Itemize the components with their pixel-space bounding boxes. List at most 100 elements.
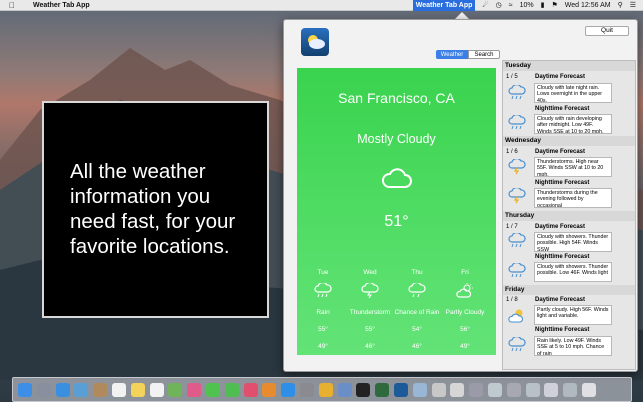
forecast-day-header: Tuesday <box>503 61 635 71</box>
thunderstorm-icon <box>361 283 379 299</box>
dock-chrome-icon[interactable] <box>318 382 333 397</box>
battery-icon[interactable]: ▮ <box>541 1 545 9</box>
dock <box>12 377 632 402</box>
dock-preview-icon[interactable] <box>337 382 352 397</box>
bluetooth-icon[interactable]: ☄ <box>482 1 488 9</box>
dock-folder-icon[interactable] <box>544 382 559 397</box>
dock-folder-icon[interactable] <box>412 382 427 397</box>
forecast-date: 1 / 6 <box>506 149 518 155</box>
quit-button[interactable]: Quit <box>585 26 629 36</box>
dock-trash-icon[interactable] <box>581 382 596 397</box>
dock-photos-icon[interactable] <box>187 382 202 397</box>
dock-activity-monitor-icon[interactable] <box>375 382 390 397</box>
day-name: Tue <box>317 269 329 276</box>
city-name: San Francisco, CA <box>338 90 455 106</box>
dock-safari-icon[interactable] <box>55 382 70 397</box>
day-name: Fri <box>461 269 469 276</box>
day-low: 46° <box>412 343 422 350</box>
flag-icon[interactable]: ⚑ <box>552 1 558 9</box>
daytime-forecast-label: Daytime Forecast <box>535 149 586 155</box>
promo-text: All the weather information you need fas… <box>70 160 236 258</box>
day-condition: Partly Cloudy <box>445 309 485 316</box>
nighttime-forecast-text: Rain likely. Low 49F. Winds SSE at 5 to … <box>534 336 612 356</box>
dock-terminal-icon[interactable] <box>356 382 371 397</box>
dock-folder-icon[interactable] <box>431 382 446 397</box>
dock-calendar-icon[interactable] <box>111 382 126 397</box>
dock-maps-icon[interactable] <box>168 382 183 397</box>
dock-finder-icon[interactable] <box>18 382 32 397</box>
partly-cloudy-icon <box>508 309 524 323</box>
forecast-date: 1 / 5 <box>506 74 518 80</box>
daytime-forecast-label: Daytime Forecast <box>535 224 586 230</box>
time-machine-icon[interactable]: ◷ <box>496 1 502 9</box>
menu-clock[interactable]: Wed 12:56 AM <box>565 2 611 9</box>
dock-facetime-icon[interactable] <box>224 382 239 397</box>
nighttime-forecast-text: Cloudy with showers. Thunder possible. L… <box>534 262 612 282</box>
dock-itunes-icon[interactable] <box>243 382 258 397</box>
rain-icon <box>508 263 526 278</box>
forecast-list[interactable]: Tuesday 1 / 5 Daytime Forecast Cloudy wi… <box>502 60 636 370</box>
menu-weather-tab-app[interactable]: Weather Tab App <box>412 0 476 11</box>
daytime-forecast-label: Daytime Forecast <box>535 74 586 80</box>
current-condition: Mostly Cloudy <box>357 132 436 146</box>
dock-system-preferences-icon[interactable] <box>299 382 314 397</box>
thunderstorm-icon <box>508 159 526 175</box>
daytime-forecast-text: Cloudy with late night rain. Lows overni… <box>534 83 612 103</box>
apple-menu-icon[interactable]:  <box>9 1 19 10</box>
forecast-date: 1 / 7 <box>506 224 518 230</box>
nighttime-forecast-label: Nighttime Forecast <box>535 254 590 260</box>
dock-notes-icon[interactable] <box>130 382 145 397</box>
wifi-icon[interactable]: ≈ <box>509 2 513 9</box>
daytime-forecast-label: Daytime Forecast <box>535 297 586 303</box>
nighttime-forecast-text: Thunderstorms during the evening followe… <box>534 188 612 208</box>
dock-app-store-icon[interactable] <box>281 382 296 397</box>
nighttime-forecast-label: Nighttime Forecast <box>535 106 590 112</box>
dock-reminders-icon[interactable] <box>149 382 164 397</box>
view-segmented-control: Weather Search <box>436 50 500 59</box>
forecast-day-header: Friday <box>503 285 635 295</box>
menu-bar:  Weather Tab App Weather Tab App ☄ ◷ ≈ … <box>0 0 643 11</box>
promo-box: All the weather information you need fas… <box>42 101 269 318</box>
popover-arrow <box>455 12 469 19</box>
notification-center-icon[interactable]: ☰ <box>630 1 636 9</box>
dock-folder-icon[interactable] <box>450 382 465 397</box>
dock-weather-tab-app-icon[interactable] <box>393 382 408 397</box>
dock-mail-icon[interactable] <box>74 382 89 397</box>
rain-icon <box>508 233 526 248</box>
nighttime-forecast-label: Nighttime Forecast <box>535 180 590 186</box>
dock-folder-icon[interactable] <box>525 382 540 397</box>
battery-text[interactable]: 10% <box>520 2 534 9</box>
spotlight-icon[interactable]: ⚲ <box>618 1 623 9</box>
dock-ibooks-icon[interactable] <box>262 382 277 397</box>
tab-weather[interactable]: Weather <box>436 50 468 59</box>
rain-icon <box>508 115 526 130</box>
day-name: Thu <box>411 269 423 276</box>
day-low: 49° <box>318 343 328 350</box>
dock-folder-icon[interactable] <box>506 382 521 397</box>
forecast-day-header: Wednesday <box>503 136 635 146</box>
dock-contacts-icon[interactable] <box>93 382 108 397</box>
weather-popover: Quit Weather Search San Francisco, CA Mo… <box>283 19 638 372</box>
current-temperature: 51° <box>384 213 409 230</box>
day-condition: Rain <box>316 309 330 316</box>
forecast-day-header: Thursday <box>503 211 635 221</box>
day-low: 46° <box>365 343 375 350</box>
rain-icon <box>508 85 526 100</box>
dock-launchpad-icon[interactable] <box>36 382 51 397</box>
nighttime-forecast-text: Cloudy with rain developing after midnig… <box>534 114 612 134</box>
app-logo-icon <box>301 28 329 56</box>
dock-folder-icon[interactable] <box>563 382 578 397</box>
daytime-forecast-text: Partly cloudy. High 56F. Winds light and… <box>534 305 612 325</box>
tab-search[interactable]: Search <box>468 50 500 59</box>
nighttime-forecast-label: Nighttime Forecast <box>535 327 590 333</box>
dock-folder-icon[interactable] <box>487 382 502 397</box>
menu-app-name[interactable]: Weather Tab App <box>33 2 90 9</box>
dock-folder-icon[interactable] <box>469 382 484 397</box>
cloud-icon <box>382 168 412 188</box>
daytime-forecast-text: Cloudy with showers. Thunder possible. H… <box>534 232 612 252</box>
current-weather-panel: San Francisco, CA Mostly Cloudy 51° Tue … <box>297 68 496 355</box>
dock-messages-icon[interactable] <box>205 382 220 397</box>
menu-extras: Weather Tab App ☄ ◷ ≈ 10% ▮ ⚑ Wed 12:56 … <box>412 0 643 11</box>
chance-of-rain-icon <box>408 283 426 298</box>
day-high: 54° <box>412 326 422 333</box>
